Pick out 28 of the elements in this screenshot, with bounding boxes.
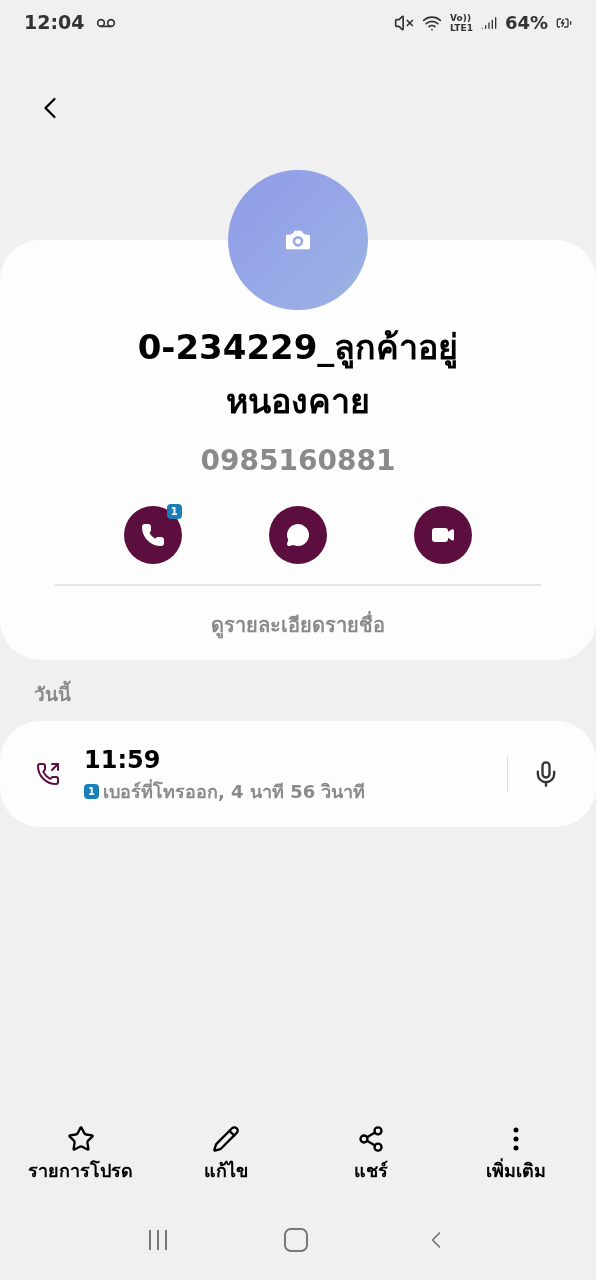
- toolbar-button[interactable]: รายการโปรด: [10, 1125, 151, 1184]
- phone-number: 0985160881: [200, 443, 396, 479]
- mute-icon: [394, 12, 415, 33]
- call-log-entry[interactable]: 11:59 1 เบอร์ที่โทรออก, 4 นาที 56 วินาที: [0, 720, 596, 827]
- battery-percent: 64%: [504, 11, 548, 35]
- pencil-icon: [211, 1125, 240, 1153]
- star-icon: [66, 1125, 95, 1153]
- sim-badge: 1: [166, 504, 182, 519]
- contact-name: 0-234229_ลูกค้าอยู่หนองคาย: [136, 326, 460, 423]
- section-heading: วันนี้: [34, 680, 596, 709]
- message-icon: [286, 523, 310, 547]
- share-icon: [356, 1125, 385, 1153]
- toolbar-button[interactable]: เพิ่มเติม: [445, 1125, 586, 1184]
- call-time: 11:59: [84, 745, 162, 776]
- outgoing-call-icon: [36, 761, 60, 786]
- toolbar-button[interactable]: แชร์: [300, 1125, 441, 1184]
- call-button[interactable]: [123, 506, 182, 564]
- toolbar-button[interactable]: แก้ไข: [155, 1125, 296, 1184]
- sim-badge: 1: [84, 784, 99, 799]
- video-call-button[interactable]: [414, 506, 473, 564]
- status-time: 12:04: [24, 10, 85, 36]
- home-icon[interactable]: [283, 1227, 309, 1253]
- network-label: Vo)) LTE1: [450, 12, 473, 33]
- more-icon: [512, 1127, 519, 1151]
- call-icon: [140, 523, 165, 547]
- signal-icon: [480, 14, 497, 31]
- message-button[interactable]: [269, 506, 327, 564]
- call-description: เบอร์ที่โทรออก, 4 นาที 56 วินาที: [102, 778, 366, 804]
